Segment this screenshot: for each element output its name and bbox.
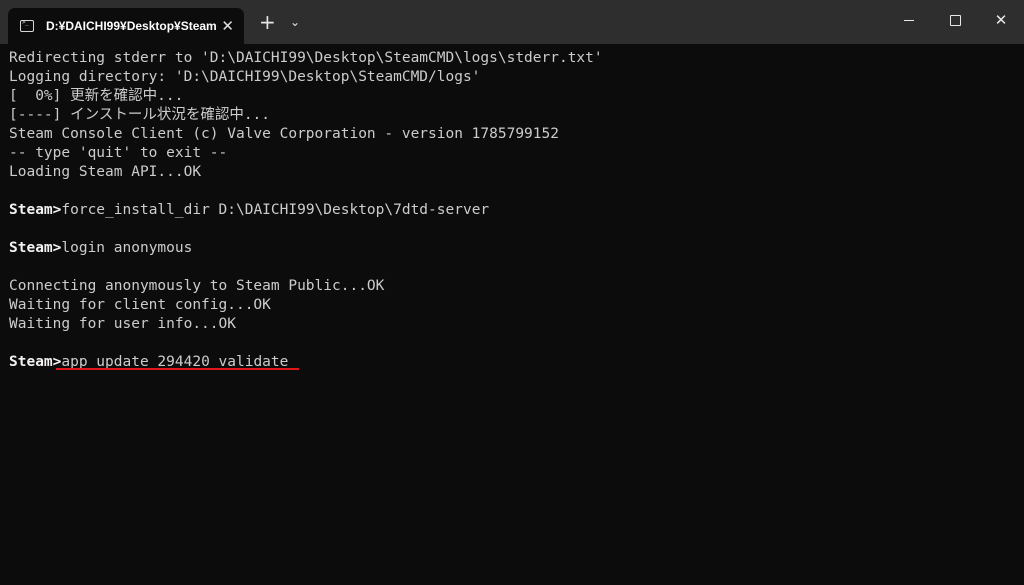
command-line: Steam>login anonymous	[9, 239, 1015, 258]
prompt: Steam>	[9, 202, 62, 218]
tab-steamcmd[interactable]: D:¥DAICHI99¥Desktop¥Steam ✕	[8, 8, 244, 44]
output-line: Waiting for user info...OK	[9, 316, 236, 332]
title-bar: D:¥DAICHI99¥Desktop¥Steam ✕ + ⌄ ✕	[0, 0, 1024, 44]
maximize-icon	[949, 14, 961, 26]
command-text: login anonymous	[61, 240, 193, 256]
tab-title: D:¥DAICHI99¥Desktop¥Steam	[46, 19, 216, 33]
prompt: Steam>	[9, 240, 62, 256]
maximize-button[interactable]	[932, 0, 978, 40]
command-text: force_install_dir D:\DAICHI99\Desktop\7d…	[61, 202, 490, 218]
chevron-down-icon[interactable]: ⌄	[290, 14, 300, 30]
annotation-underline	[56, 368, 299, 370]
output-line: Logging directory: 'D:\DAICHI99\Desktop\…	[9, 69, 481, 85]
output-line: [----] インストール状況を確認中...	[9, 107, 271, 123]
close-icon: ✕	[994, 11, 1008, 29]
tab-close-icon[interactable]: ✕	[221, 17, 234, 35]
command-line: Steam>force_install_dir D:\DAICHI99\Desk…	[9, 201, 1015, 220]
terminal-output[interactable]: Redirecting stderr to 'D:\DAICHI99\Deskt…	[9, 49, 1015, 579]
output-line: Steam Console Client (c) Valve Corporati…	[9, 126, 559, 142]
close-button[interactable]: ✕	[978, 0, 1024, 40]
output-line: Connecting anonymously to Steam Public..…	[9, 278, 385, 294]
prompt: Steam>	[9, 354, 62, 370]
output-line: Redirecting stderr to 'D:\DAICHI99\Deskt…	[9, 50, 603, 66]
terminal-window: D:¥DAICHI99¥Desktop¥Steam ✕ + ⌄ ✕ Redire…	[0, 0, 1024, 585]
output-line: -- type 'quit' to exit --	[9, 145, 228, 161]
output-line: Waiting for client config...OK	[9, 297, 271, 313]
new-tab-button[interactable]: +	[259, 12, 276, 32]
terminal-icon	[20, 19, 34, 32]
output-line: [ 0%] 更新を確認中...	[9, 88, 184, 104]
minimize-button[interactable]	[886, 0, 932, 40]
output-line: Loading Steam API...OK	[9, 164, 202, 180]
minimize-icon	[904, 19, 914, 21]
